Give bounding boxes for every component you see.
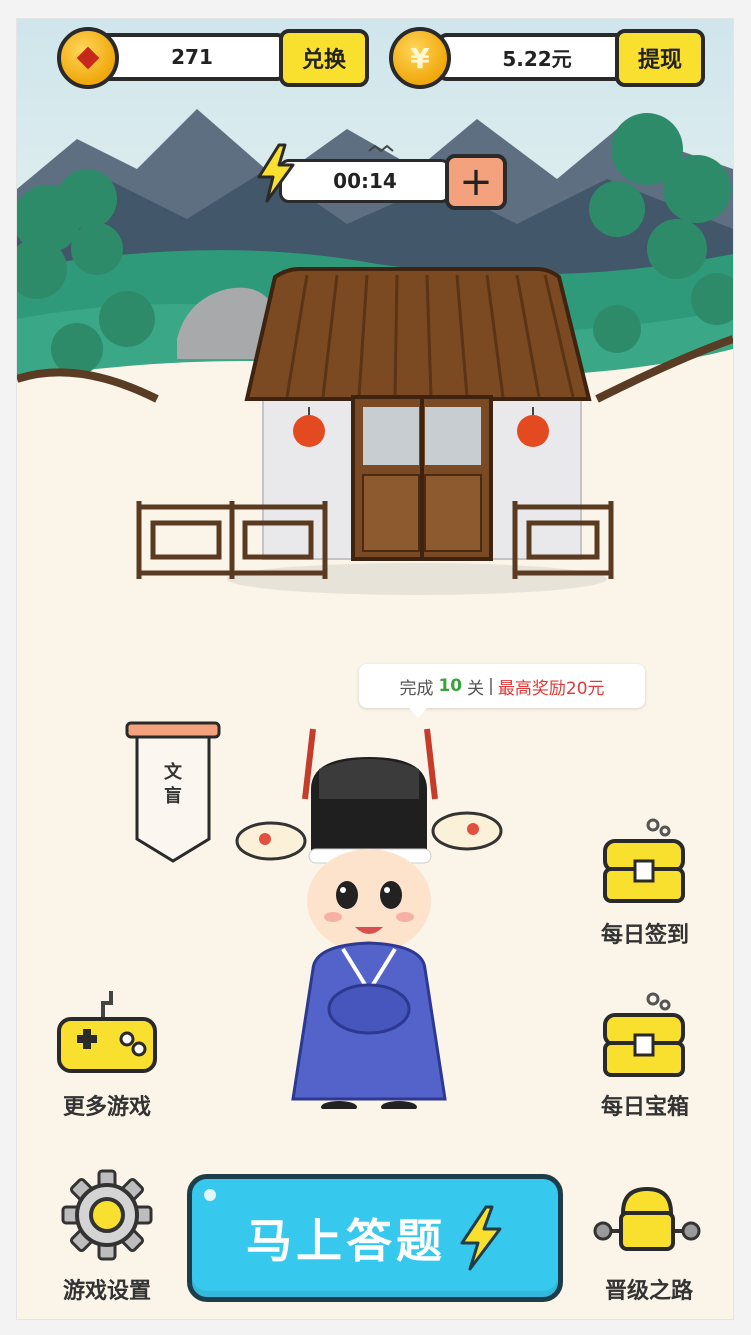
button-shine-icon <box>204 1189 216 1201</box>
yuan-coin-icon: ¥ <box>389 27 451 89</box>
start-quiz-button[interactable]: 马上答题 <box>187 1174 563 1302</box>
lightning-icon <box>257 143 295 203</box>
exchange-button[interactable]: 兑换 <box>279 29 369 87</box>
promotion-path-label: 晋级之路 <box>604 1279 693 1304</box>
quest-reward: 最高奖励20元 <box>497 678 605 699</box>
treasure-chest-icon <box>603 818 685 903</box>
rank-banner[interactable]: 文盲 <box>125 719 221 869</box>
exchange-label: 兑换 <box>301 48 346 73</box>
coin-balance: 271 <box>97 33 287 81</box>
daily-chest-button[interactable]: 每日宝箱 <box>585 989 725 1129</box>
daily-chest-label: 每日宝箱 <box>600 1095 689 1120</box>
quest-unit: 关 <box>467 678 485 699</box>
lightning-icon <box>460 1205 502 1271</box>
gear-icon <box>61 1169 153 1261</box>
add-energy-button[interactable]: + <box>445 154 507 210</box>
withdraw-button[interactable]: 提现 <box>615 29 705 87</box>
game-settings-label: 游戏设置 <box>62 1279 151 1304</box>
promotion-path-button[interactable]: 晋级之路 <box>585 1179 725 1309</box>
rank-title: 文盲 <box>164 762 182 807</box>
copper-coin-icon <box>57 27 119 89</box>
landscape-scene <box>17 19 733 619</box>
daily-checkin-button[interactable]: 每日签到 <box>585 815 725 955</box>
level-up-icon <box>593 1186 701 1251</box>
start-quiz-label: 马上答题 <box>246 1214 446 1268</box>
treasure-box-icon <box>603 992 685 1077</box>
gamepad-icon <box>57 991 157 1073</box>
quest-count: 10 <box>438 676 463 696</box>
daily-checkin-label: 每日签到 <box>600 923 689 948</box>
game-screen: 271 兑换 5.22元 ¥ 提现 00:14 + 完成 10 关 | 最高奖励… <box>16 18 734 1320</box>
quest-prefix: 完成 <box>399 678 434 699</box>
energy-timer: 00:14 <box>279 159 451 203</box>
game-settings-button[interactable]: 游戏设置 <box>37 1169 177 1309</box>
add-energy-label: + <box>459 159 493 205</box>
more-games-label: 更多游戏 <box>62 1095 151 1120</box>
coin-count: 271 <box>171 45 213 69</box>
quest-separator: | <box>488 676 494 696</box>
timer-text: 00:14 <box>333 169 397 193</box>
cash-balance: 5.22元 <box>437 33 637 81</box>
more-games-button[interactable]: 更多游戏 <box>37 989 177 1129</box>
scholar-character <box>235 728 503 1109</box>
withdraw-label: 提现 <box>637 48 682 73</box>
cash-amount: 5.22元 <box>502 46 572 71</box>
diamond-mark-icon <box>76 46 100 70</box>
quest-bubble: 完成 10 关 | 最高奖励20元 <box>359 664 645 718</box>
